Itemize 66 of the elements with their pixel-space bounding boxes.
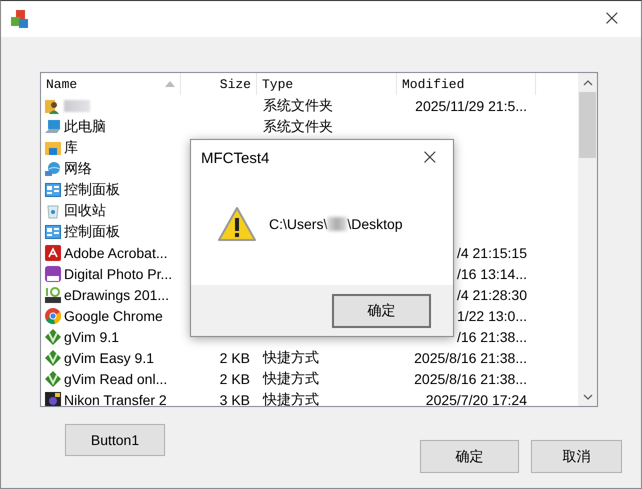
file-size: 2 KB [220,350,250,366]
file-name[interactable]: 库 [64,138,78,156]
path-start: C:\Users\ [269,216,328,232]
chrome-icon [45,308,61,324]
file-size: 2 KB [220,370,250,386]
file-name[interactable]: 网络 [64,160,92,178]
column-header[interactable]: Name [41,73,181,95]
computer-icon [45,118,61,134]
file-modified: 2025/11/29 21:5... [415,98,527,114]
scrollbar[interactable] [578,73,597,406]
ok-button[interactable]: 确定 [332,294,431,328]
file-type: 系统文件夹 [263,118,333,134]
file-type: 快捷方式 [263,390,319,406]
control-panel-icon [45,182,61,198]
photo-app-icon [45,266,61,282]
file-modified: /16 13:14... [456,266,527,282]
file-modified: 2025/7/20 17:24 [426,392,527,406]
edrawings-icon [45,286,61,302]
file-modified: 2025/8/16 21:38... [414,370,527,386]
globe-icon [45,160,61,176]
file-modified: /16 21:38... [456,328,527,344]
scroll-thumb[interactable] [579,92,596,158]
column-header[interactable]: Size [181,73,257,95]
file-name[interactable]: 控制面板 [64,180,120,198]
vim-icon [45,370,61,386]
warning-icon [217,206,257,242]
file-name[interactable]: 回收站 [64,202,106,220]
scroll-down-icon[interactable] [582,394,592,400]
recycle-bin-icon [45,202,61,218]
file-type: 快捷方式 [263,348,319,364]
file-type: 系统文件夹 [263,96,333,112]
file-size: 3 KB [220,392,250,406]
column-header[interactable]: Type [257,73,397,95]
pdf-icon [45,244,61,260]
file-name[interactable]: gVim 9.1 [64,328,119,344]
file-type: 快捷方式 [263,370,319,386]
library-folder-icon [45,140,61,156]
blurred-username [327,216,348,230]
cancel-button[interactable]: 取消 [531,440,622,473]
file-name[interactable]: gVim Read onl... [64,370,168,386]
file-modified: /4 21:28:30 [456,286,527,302]
file-name[interactable]: eDrawings 201... [64,286,170,302]
ok-button[interactable]: 确定 [420,440,519,473]
file-modified: 1/22 13:0... [456,308,527,324]
vim-icon [45,350,61,366]
button1-button[interactable]: Button1 [65,424,165,456]
dialog-title: MFCTest4 [201,150,270,166]
file-modified: /4 21:15:15 [456,244,527,260]
scroll-up-icon[interactable] [582,80,592,86]
app-cubes-icon [10,9,30,29]
file-name[interactable]: 控制面板 [64,222,120,240]
close-button[interactable]: × [596,8,627,30]
camera-app-icon [45,392,61,406]
file-name[interactable]: Digital Photo Pr... [64,266,172,282]
column-header[interactable]: Modified [397,73,536,95]
vim-icon [45,328,61,344]
user-folder-icon [45,98,61,114]
file-name[interactable]: gVim Easy 9.1 [64,350,154,366]
file-modified: 2025/8/16 21:38... [414,350,527,366]
file-name[interactable]: Google Chrome [64,308,163,324]
file-name[interactable]: Adobe Acrobat... [64,244,168,260]
path-end: \Desktop [347,216,403,232]
file-name[interactable]: 此电脑 [64,118,106,136]
file-name[interactable]: Nikon Transfer 2 [64,392,167,406]
control-panel-icon [45,224,61,240]
close-button[interactable]: × [414,147,445,169]
